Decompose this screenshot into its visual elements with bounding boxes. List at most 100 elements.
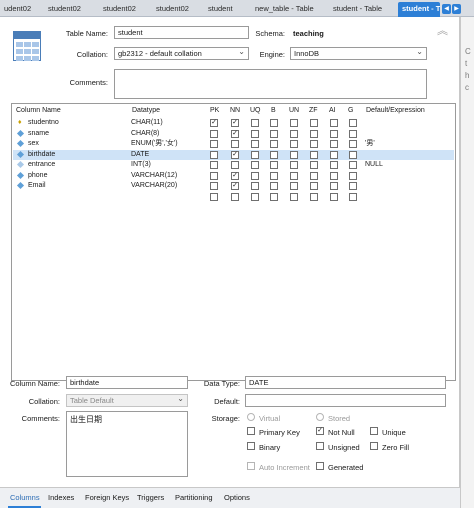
flag-pk-checkbox[interactable] bbox=[210, 192, 218, 201]
flag-un-checkbox[interactable] bbox=[290, 129, 298, 138]
flag-pk-checkbox[interactable] bbox=[210, 140, 218, 148]
flag-g-checkbox[interactable] bbox=[349, 192, 357, 201]
storage-virtual-radio[interactable] bbox=[247, 413, 255, 421]
flag-ai-checkbox[interactable] bbox=[330, 129, 338, 138]
column-name-input[interactable]: birthdate bbox=[66, 376, 188, 389]
flag-nn-checkbox[interactable] bbox=[231, 192, 239, 201]
flag-un-checkbox[interactable] bbox=[290, 140, 298, 148]
table-name-input[interactable]: student bbox=[114, 26, 249, 39]
flag-b-checkbox[interactable] bbox=[270, 182, 278, 190]
tab-partitioning[interactable]: Partitioning bbox=[175, 493, 213, 502]
tab-foreign-keys[interactable]: Foreign Keys bbox=[85, 493, 129, 502]
flag-pk-checkbox[interactable] bbox=[210, 161, 218, 169]
flag-nn-checkbox[interactable]: ✓ bbox=[231, 150, 239, 159]
flag-uq-checkbox[interactable] bbox=[251, 192, 259, 201]
binary-checkbox[interactable] bbox=[247, 442, 255, 450]
grid-header-pk[interactable]: PK bbox=[210, 107, 219, 114]
tab-new-table[interactable]: new_table - Table bbox=[251, 2, 318, 17]
flag-b-checkbox[interactable] bbox=[270, 192, 278, 201]
flag-b-checkbox[interactable] bbox=[270, 150, 278, 159]
grid-header-g[interactable]: G bbox=[348, 107, 353, 114]
grid-header-b[interactable]: B bbox=[271, 107, 276, 114]
grid-header-default[interactable]: Default/Expression bbox=[366, 107, 425, 114]
flag-g-checkbox[interactable] bbox=[349, 119, 357, 127]
tab-scroll-right-icon[interactable]: ▶ bbox=[452, 4, 461, 14]
tab-student02-a[interactable]: student02 bbox=[44, 2, 85, 17]
columns-grid[interactable]: Column Name Datatype PK NN UQ B UN ZF AI… bbox=[11, 103, 456, 381]
default-input[interactable] bbox=[245, 394, 446, 407]
flag-ai-checkbox[interactable] bbox=[330, 140, 338, 148]
flag-zf-checkbox[interactable] bbox=[310, 182, 318, 190]
flag-zf-checkbox[interactable] bbox=[310, 150, 318, 159]
flag-b-checkbox[interactable] bbox=[270, 129, 278, 138]
flag-b-checkbox[interactable] bbox=[270, 171, 278, 180]
grid-header-uq[interactable]: UQ bbox=[250, 107, 261, 114]
tab-student02-b[interactable]: student02 bbox=[99, 2, 140, 17]
tab-student-table-active[interactable]: student - Table bbox=[398, 2, 440, 17]
grid-header-nn[interactable]: NN bbox=[230, 107, 240, 114]
tab-scroll-left-icon[interactable]: ◀ bbox=[442, 4, 451, 14]
flag-pk-checkbox[interactable] bbox=[210, 171, 218, 180]
flag-g-checkbox[interactable] bbox=[349, 140, 357, 148]
flag-zf-checkbox[interactable] bbox=[310, 192, 318, 201]
flag-uq-checkbox[interactable] bbox=[251, 140, 259, 148]
flag-b-checkbox[interactable] bbox=[270, 161, 278, 169]
grid-header-ai[interactable]: AI bbox=[329, 107, 336, 114]
flag-zf-checkbox[interactable] bbox=[310, 140, 318, 148]
flag-g-checkbox[interactable] bbox=[349, 150, 357, 159]
flag-nn-checkbox[interactable] bbox=[231, 161, 239, 169]
grid-header-column-name[interactable]: Column Name bbox=[16, 107, 61, 114]
flag-b-checkbox[interactable] bbox=[270, 119, 278, 127]
flag-uq-checkbox[interactable] bbox=[251, 182, 259, 190]
tab-udent02[interactable]: udent02 bbox=[0, 2, 35, 17]
unsigned-checkbox[interactable] bbox=[316, 442, 324, 450]
tab-columns[interactable]: Columns bbox=[10, 493, 40, 502]
flag-b-checkbox[interactable] bbox=[270, 140, 278, 148]
flag-ai-checkbox[interactable] bbox=[330, 171, 338, 180]
flag-g-checkbox[interactable] bbox=[349, 161, 357, 169]
grid-header-datatype[interactable]: Datatype bbox=[132, 107, 160, 114]
flag-zf-checkbox[interactable] bbox=[310, 161, 318, 169]
collation-select[interactable]: gb2312 - default collation bbox=[114, 47, 249, 60]
flag-ai-checkbox[interactable] bbox=[330, 192, 338, 201]
flag-nn-checkbox[interactable]: ✓ bbox=[231, 171, 239, 180]
grid-header-un[interactable]: UN bbox=[289, 107, 299, 114]
primary-key-checkbox[interactable] bbox=[247, 427, 255, 435]
unique-checkbox[interactable] bbox=[370, 427, 378, 435]
generated-checkbox[interactable] bbox=[316, 462, 324, 470]
flag-pk-checkbox[interactable] bbox=[210, 150, 218, 159]
tab-triggers[interactable]: Triggers bbox=[137, 493, 164, 502]
flag-g-checkbox[interactable] bbox=[349, 182, 357, 190]
flag-un-checkbox[interactable] bbox=[290, 192, 298, 201]
tab-options[interactable]: Options bbox=[224, 493, 250, 502]
flag-ai-checkbox[interactable] bbox=[330, 150, 338, 159]
flag-g-checkbox[interactable] bbox=[349, 129, 357, 138]
flag-zf-checkbox[interactable] bbox=[310, 119, 318, 127]
flag-ai-checkbox[interactable] bbox=[330, 161, 338, 169]
flag-nn-checkbox[interactable]: ✓ bbox=[231, 119, 239, 127]
grid-header-zf[interactable]: ZF bbox=[309, 107, 318, 114]
tab-student02-c[interactable]: student02 bbox=[152, 2, 193, 17]
zero-fill-checkbox[interactable] bbox=[370, 442, 378, 450]
flag-zf-checkbox[interactable] bbox=[310, 171, 318, 180]
flag-uq-checkbox[interactable] bbox=[251, 119, 259, 127]
flag-un-checkbox[interactable] bbox=[290, 150, 298, 159]
data-type-input[interactable]: DATE bbox=[245, 376, 446, 389]
flag-ai-checkbox[interactable] bbox=[330, 182, 338, 190]
tab-indexes[interactable]: Indexes bbox=[48, 493, 74, 502]
flag-ai-checkbox[interactable] bbox=[330, 119, 338, 127]
column-comments-input[interactable]: 出生日期 bbox=[66, 411, 188, 477]
storage-stored-radio[interactable] bbox=[316, 413, 324, 421]
flag-nn-checkbox[interactable] bbox=[231, 140, 239, 148]
flag-un-checkbox[interactable] bbox=[290, 161, 298, 169]
flag-un-checkbox[interactable] bbox=[290, 171, 298, 180]
flag-un-checkbox[interactable] bbox=[290, 119, 298, 127]
auto-increment-checkbox[interactable] bbox=[247, 462, 255, 470]
tab-student-table[interactable]: student - Table bbox=[329, 2, 386, 17]
detail-collation-select[interactable]: Table Default bbox=[66, 394, 188, 407]
flag-pk-checkbox[interactable] bbox=[210, 182, 218, 190]
flag-uq-checkbox[interactable] bbox=[251, 171, 259, 180]
flag-uq-checkbox[interactable] bbox=[251, 129, 259, 138]
flag-g-checkbox[interactable] bbox=[349, 171, 357, 180]
flag-nn-checkbox[interactable]: ✓ bbox=[231, 129, 239, 138]
